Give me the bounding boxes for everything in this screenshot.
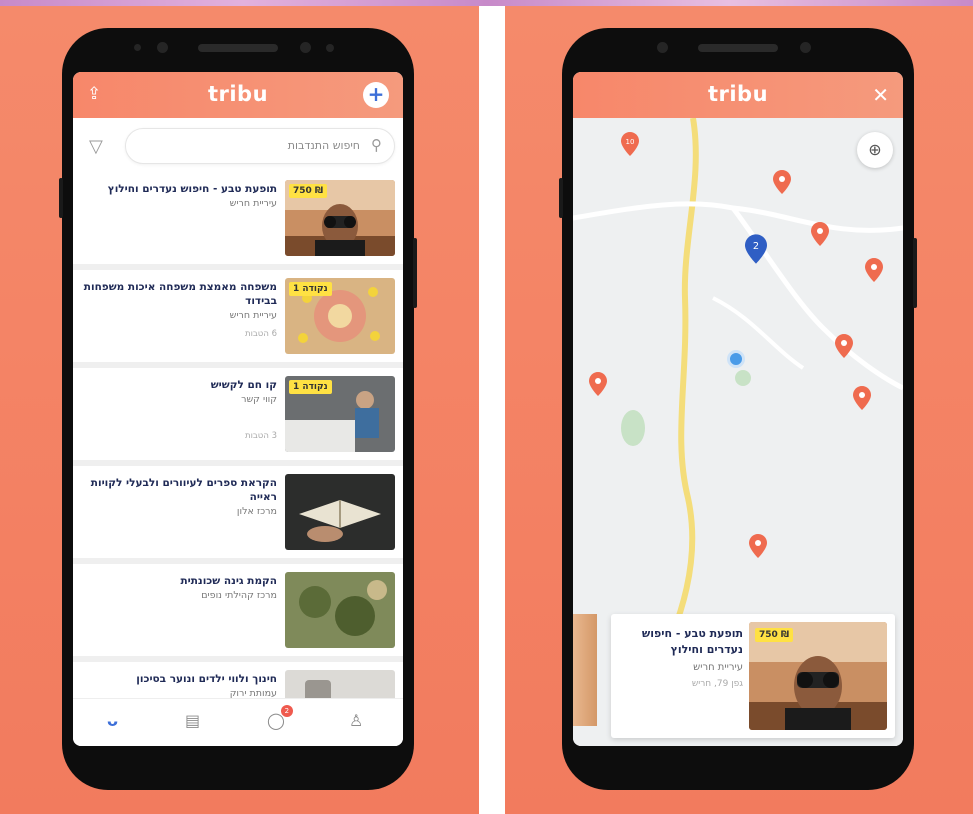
card-text: תופעת טבע - חיפוש נעדרים וחילוץ עיריית ח… <box>617 626 743 689</box>
card-image-hands: 1 נקודה <box>285 278 395 354</box>
volume-button <box>559 178 563 218</box>
map-pin[interactable] <box>811 222 829 246</box>
card-text: הקראת ספרים לעיוורים ולבעלי לקויות ראייה… <box>81 476 277 517</box>
card-text: משפחה מאמצת משפחה איכות משפחות בבידוד עי… <box>81 280 277 339</box>
camera-dot <box>157 42 168 53</box>
speaker-grille <box>198 44 278 52</box>
search-input[interactable]: חיפוש התנדבות ⚲ <box>125 128 395 164</box>
card-image-garden <box>285 572 395 648</box>
sensor-dot-2 <box>326 44 334 52</box>
notification-badge: 2 <box>280 705 293 717</box>
app-screen-list: ⇪ tribu + ▽ חיפוש התנדבות ⚲ 750 ₪ תופעת … <box>73 72 403 746</box>
price-badge: 1 נקודה <box>289 282 332 296</box>
card-title: חינוך ולווי ילדים ונוער בסיכון <box>136 673 277 685</box>
card-title: משפחה מאמצת משפחה איכות משפחות בבידוד <box>83 281 277 307</box>
list-item[interactable]: 750 ₪ תופעת טבע - חיפוש נעדרים וחילוץ עי… <box>73 172 403 264</box>
list-item[interactable]: 1 נקודה משפחה מאמצת משפחה איכות משפחות ב… <box>73 270 403 362</box>
current-location-dot <box>727 350 745 368</box>
app-screen-map: tribu ✕ ⊕ 10 2 750 ₪ תופעת טבע - חיפוש נ… <box>573 72 903 746</box>
power-button <box>913 238 917 308</box>
map-pin[interactable] <box>835 334 853 358</box>
list-item[interactable]: חינוך ולווי ילדים ונוער בסיכון עמותת ירו… <box>73 662 403 698</box>
cluster-count: 2 <box>753 241 759 252</box>
card-organization: עמותת ירוק <box>229 688 277 698</box>
card-organization: קווי קשר <box>241 394 277 405</box>
adjacent-card-peek[interactable] <box>573 614 597 726</box>
front-camera <box>800 42 811 53</box>
app-header: tribu ✕ <box>573 72 903 118</box>
pin-count: 10 <box>626 138 635 146</box>
card-organization: עיריית חריש <box>229 198 277 209</box>
map-view[interactable]: ⊕ 10 2 750 ₪ תופעת טבע - חיפוש נעדרים וח… <box>573 118 903 746</box>
card-title: קו חם לקשיש <box>210 379 277 391</box>
phone-frame-map: tribu ✕ ⊕ 10 2 750 ₪ תופעת טבע - חיפוש נ… <box>559 28 917 790</box>
price-badge: 1 נקודה <box>289 380 332 394</box>
brand-logo: tribu <box>707 82 769 106</box>
card-text: תופעת טבע - חיפוש נעדרים וחילוץ עיריית ח… <box>81 182 277 209</box>
card-organization: עיריית חריש <box>229 310 277 321</box>
card-image-binoculars: 750 ₪ <box>285 180 395 256</box>
cluster-pin[interactable]: 2 <box>745 234 767 264</box>
speaker-grille <box>698 44 778 52</box>
phone-frame-list: ⇪ tribu + ▽ חיפוש התנדבות ⚲ 750 ₪ תופעת … <box>59 28 417 790</box>
card-text: הקמת גינה שכונתית מרכז קהילתי נופים <box>81 574 278 601</box>
card-benefits: 3 הטבות <box>244 431 277 441</box>
volume-button <box>59 178 63 218</box>
map-pin[interactable] <box>589 372 607 396</box>
price-badge: 750 ₪ <box>289 184 328 198</box>
volunteer-list[interactable]: 750 ₪ תופעת טבע - חיפוש נעדרים וחילוץ עי… <box>73 172 403 698</box>
card-image-book <box>285 474 395 550</box>
card-text: קו חם לקשיש קווי קשר 3 הטבות <box>81 378 277 441</box>
search-row: ▽ חיפוש התנדבות ⚲ <box>81 126 395 168</box>
search-icon: ⚲ <box>371 136 382 154</box>
map-pin[interactable] <box>749 534 767 558</box>
left-panel-background: ⇪ tribu + ▽ חיפוש התנדבות ⚲ 750 ₪ תופעת … <box>0 6 479 814</box>
card-organization: מרכז קהילתי נופים <box>201 590 277 601</box>
card-organization: מרכז אלון <box>236 506 277 517</box>
card-text: חינוך ולווי ילדים ונוער בסיכון עמותת ירו… <box>81 672 277 698</box>
card-organization: עיריית חריש <box>693 662 743 673</box>
card-title: תופעת טבע - חיפוש נעדרים וחילוץ <box>641 627 743 656</box>
brand-logo: tribu <box>207 82 269 106</box>
filter-icon[interactable]: ▽ <box>89 136 103 157</box>
card-title: הקמת גינה שכונתית <box>180 575 278 587</box>
map-pin[interactable] <box>865 258 883 282</box>
map-pin[interactable]: 10 <box>621 132 639 156</box>
card-title: הקראת ספרים לעיוורים ולבעלי לקויות ראייה <box>90 477 277 503</box>
front-camera <box>300 42 311 53</box>
power-button <box>413 238 417 308</box>
card-image-desk <box>285 670 395 698</box>
smile-icon[interactable]: ᴗ <box>107 711 118 730</box>
right-panel-background: tribu ✕ ⊕ 10 2 750 ₪ תופעת טבע - חיפוש נ… <box>505 6 973 814</box>
close-icon[interactable]: ✕ <box>872 83 889 107</box>
locate-me-button[interactable]: ⊕ <box>857 132 893 168</box>
card-image-binoculars: 750 ₪ <box>749 622 887 730</box>
card-title: תופעת טבע - חיפוש נעדרים וחילוץ <box>107 183 277 195</box>
card-benefits: 6 הטבות <box>244 329 277 339</box>
list-item[interactable]: הקראת ספרים לעיוורים ולבעלי לקויות ראייה… <box>73 466 403 558</box>
map-pin[interactable] <box>853 386 871 410</box>
list-item[interactable]: הקמת גינה שכונתית מרכז קהילתי נופים <box>73 564 403 656</box>
search-placeholder: חיפוש התנדבות <box>287 139 360 152</box>
chat-icon[interactable]: ◯ 2 <box>267 705 293 730</box>
book-icon[interactable]: ▤ <box>185 711 200 730</box>
list-item[interactable]: 1 נקודה קו חם לקשיש קווי קשר 3 הטבות <box>73 368 403 460</box>
user-icon[interactable]: ♙ <box>349 711 363 730</box>
price-badge: 750 ₪ <box>755 628 794 642</box>
sensor-dot <box>134 44 141 51</box>
selected-map-card[interactable]: 750 ₪ תופעת טבע - חיפוש נעדרים וחילוץ עי… <box>611 614 895 738</box>
camera-dot <box>657 42 668 53</box>
card-image-elderly: 1 נקודה <box>285 376 395 452</box>
map-pin[interactable] <box>773 170 791 194</box>
add-button[interactable]: + <box>363 82 389 108</box>
app-header: ⇪ tribu + <box>73 72 403 118</box>
card-address: גפן 79, חריש <box>691 679 743 689</box>
bottom-tab-bar: ᴗ ▤ ◯ 2 ♙ <box>73 698 403 746</box>
